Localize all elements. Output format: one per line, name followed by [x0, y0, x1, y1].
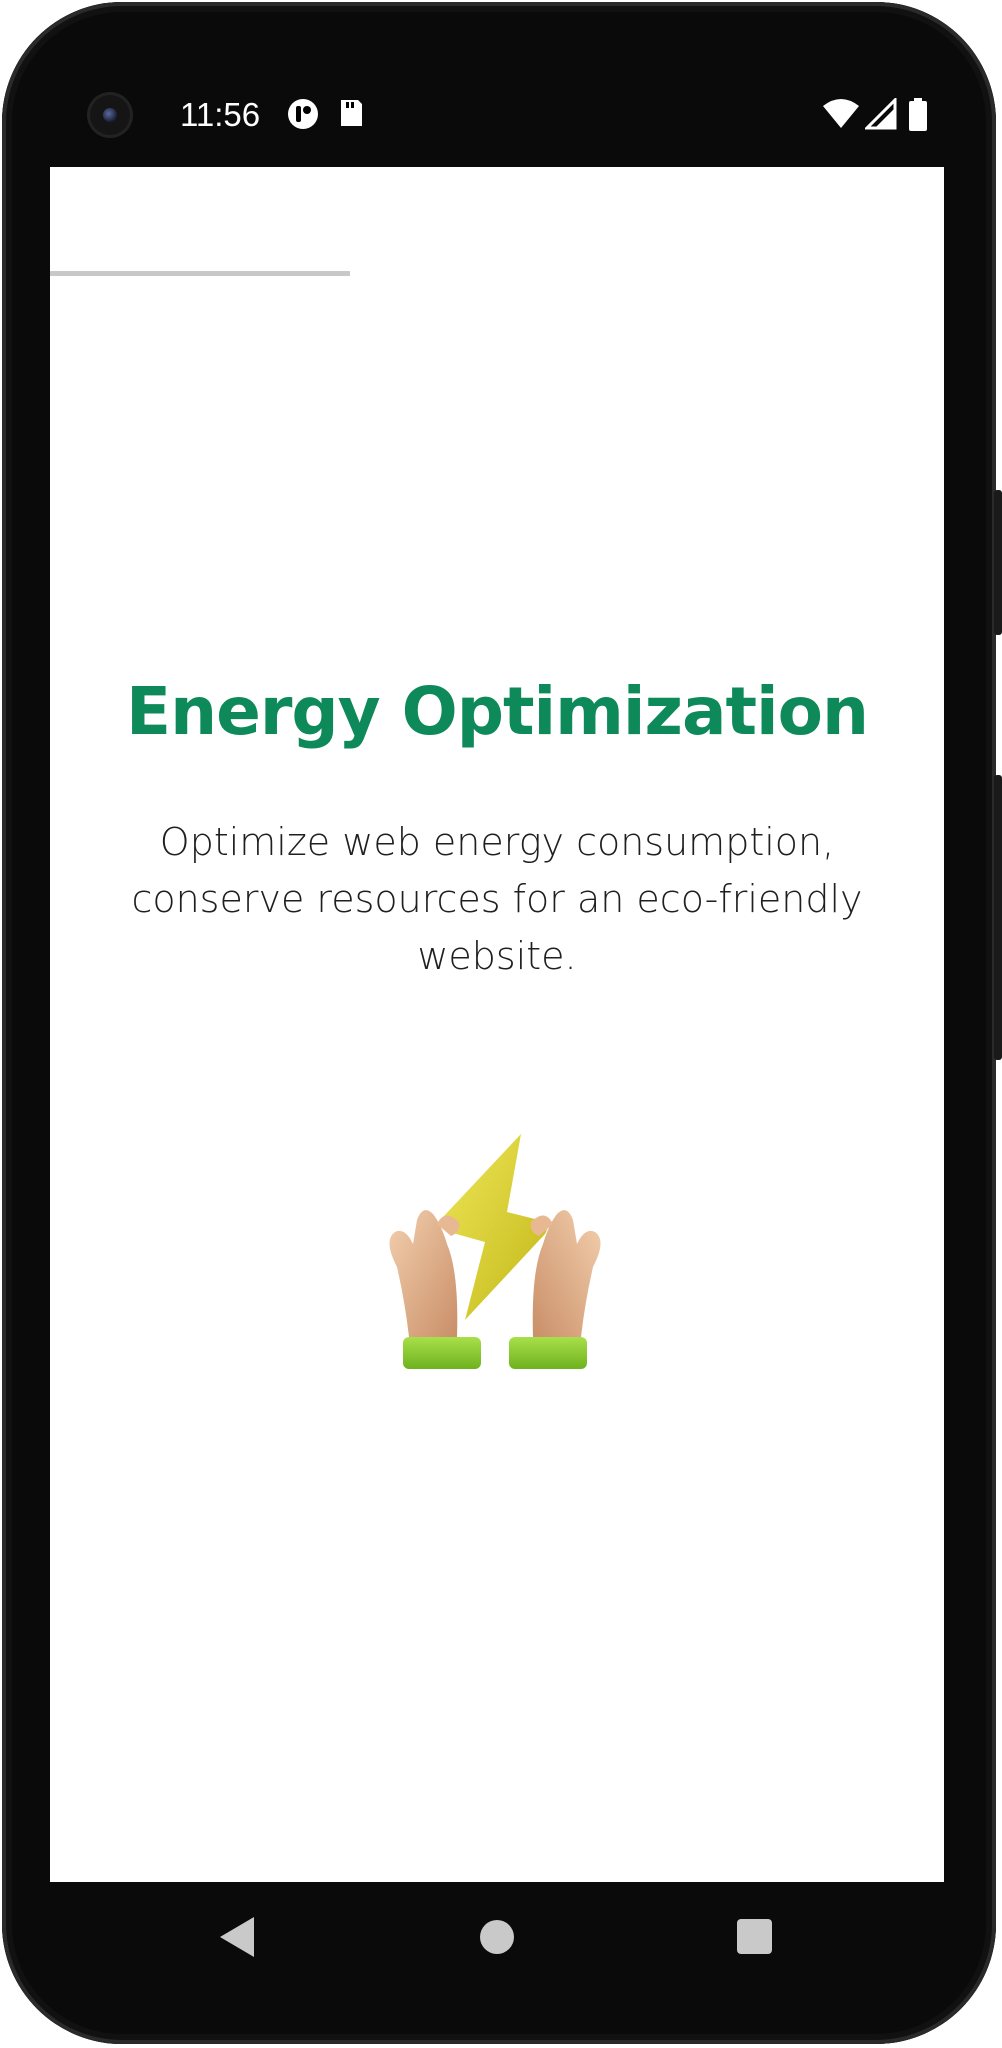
phone-frame: 11:56 Energy Optimization Optimize web e…: [0, 0, 1002, 2048]
page-description: Optimize web energy consumption, conserv…: [131, 820, 863, 978]
home-icon[interactable]: [480, 1920, 514, 1954]
wifi-icon: [823, 99, 859, 128]
volume-button: [994, 490, 1002, 635]
camera-icon: [87, 92, 133, 138]
notification-app-icon: [288, 99, 318, 129]
cellular-signal-icon: [865, 98, 897, 130]
back-icon[interactable]: [218, 1915, 258, 1959]
system-navigation-bar: [50, 1882, 944, 1992]
status-bar: 11:56: [50, 70, 944, 160]
status-time: 11:56: [180, 96, 261, 133]
power-button: [994, 775, 1002, 1060]
recents-icon[interactable]: [737, 1919, 772, 1954]
page-title: Energy Optimization: [126, 673, 869, 750]
hands-holding-lightning-bolt-icon: [389, 1134, 601, 1369]
app-screen: Energy Optimization Optimize web energy …: [50, 167, 944, 1882]
battery-icon: [909, 98, 927, 131]
onboarding-progress-bar: [50, 271, 350, 276]
sd-card-icon: [341, 100, 362, 126]
